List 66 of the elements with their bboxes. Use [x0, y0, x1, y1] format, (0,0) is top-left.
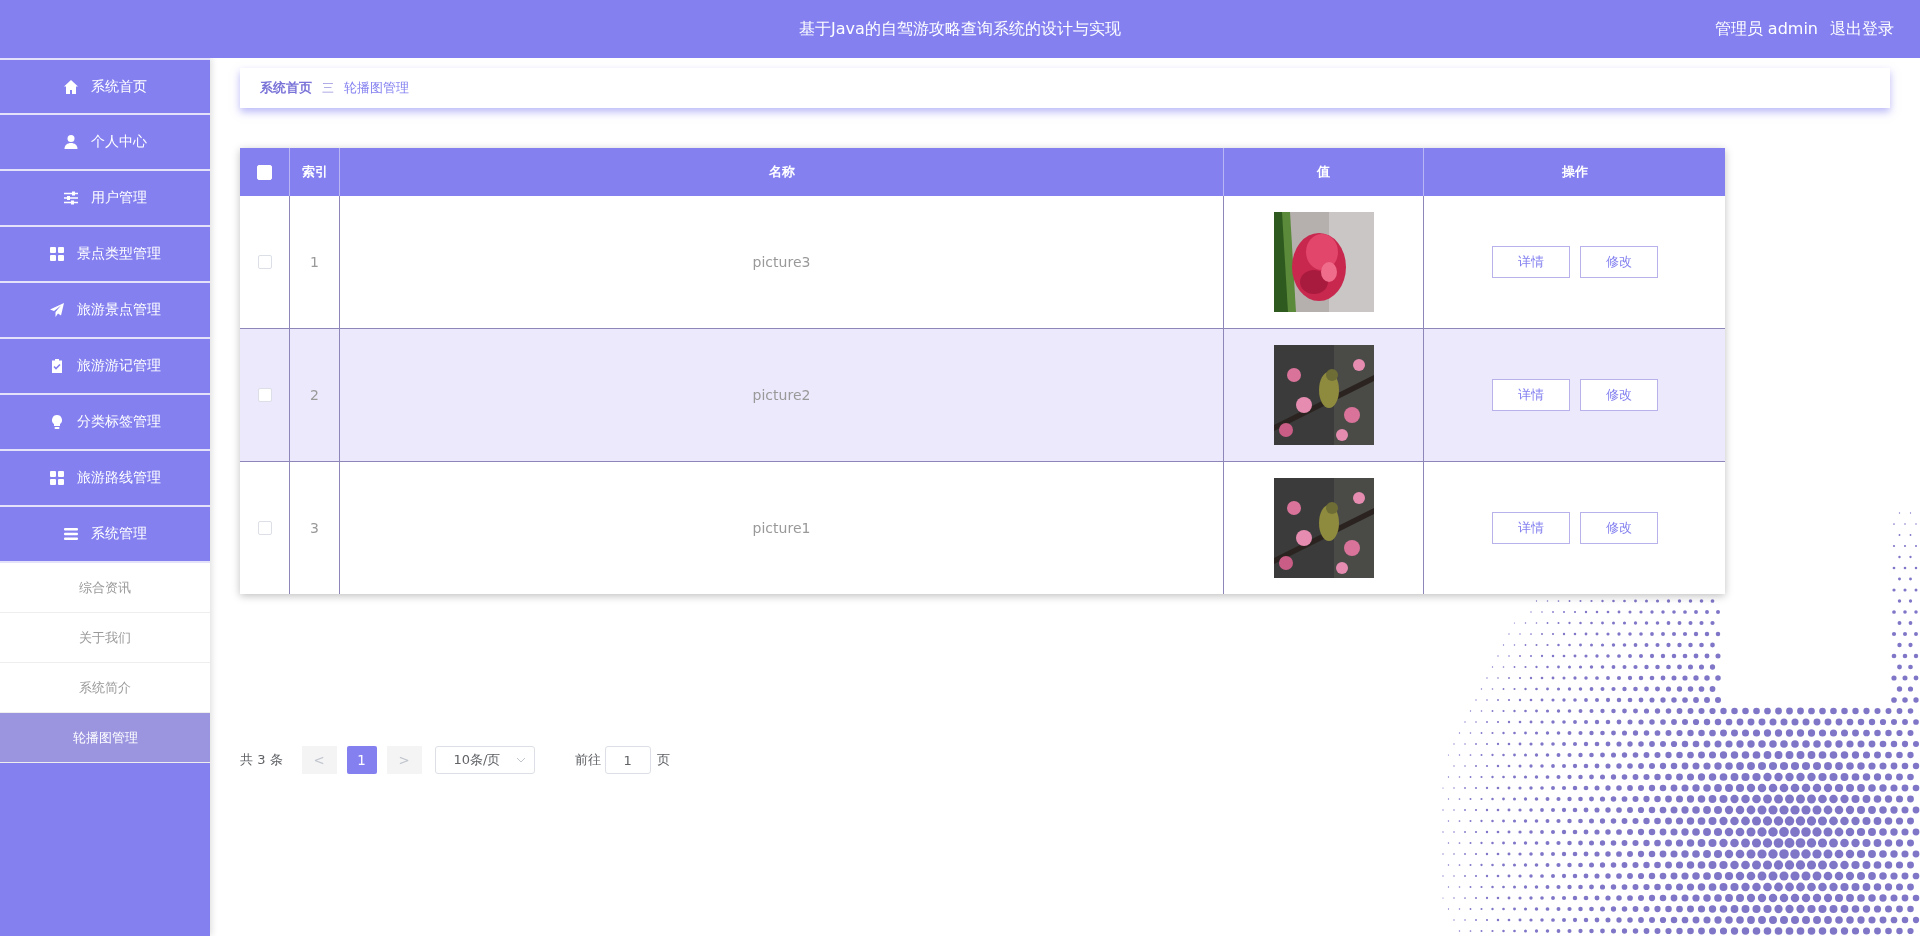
submenu-item[interactable]: 系统简介 — [0, 663, 210, 713]
table-cell: 3 — [310, 520, 319, 536]
list-icon — [63, 526, 79, 542]
details-button[interactable]: 详情 — [1491, 246, 1570, 278]
menu-label: 分类标签管理 — [77, 413, 161, 431]
breadcrumb-link[interactable]: 系统首页 — [260, 79, 312, 97]
clipboard-icon — [49, 358, 65, 374]
sliders-icon — [63, 190, 79, 206]
menu-label: 系统管理 — [91, 525, 147, 543]
menu-label: 个人中心 — [91, 133, 147, 151]
table-cell: picture2 — [752, 387, 811, 403]
select-all-checkbox[interactable] — [257, 164, 272, 180]
row-checkbox[interactable] — [257, 388, 272, 402]
submenu-item[interactable]: 综合资讯 — [0, 563, 210, 613]
table-cell: 2 — [310, 387, 319, 403]
column-header: 操作 — [1561, 163, 1588, 181]
page-number-field[interactable]: 1 — [604, 746, 651, 774]
column-header: 索引 — [301, 163, 328, 181]
row-checkbox[interactable] — [257, 255, 272, 269]
grid-icon — [49, 470, 65, 486]
edit-button[interactable]: 修改 — [1579, 379, 1658, 411]
menu-label: 系统首页 — [91, 77, 147, 96]
menu-label: 旅游游记管理 — [77, 357, 161, 375]
breadcrumb-link[interactable]: 轮播图管理 — [344, 79, 409, 97]
table-cell: picture3 — [752, 254, 811, 270]
menu-label: 旅游路线管理 — [77, 469, 161, 487]
page-size-select[interactable]: 10条/页 — [434, 746, 535, 774]
menu-item[interactable]: 景点类型管理 — [0, 227, 210, 283]
user-icon — [63, 134, 79, 150]
details-button[interactable]: 详情 — [1491, 512, 1570, 544]
menu-label: 旅游景点管理 — [77, 301, 161, 319]
chevron-down-icon — [515, 757, 526, 763]
menu-item[interactable]: 系统首页 — [0, 58, 210, 115]
table-cell: 1 — [310, 254, 319, 270]
table-cell: picture1 — [752, 520, 811, 536]
page-button[interactable]: 1 — [346, 746, 377, 774]
light-bulb-icon — [49, 414, 65, 430]
menu-label: 景点类型管理 — [77, 245, 161, 263]
total-count: 共 3 条 — [240, 751, 283, 769]
column-header: 值 — [1317, 163, 1330, 181]
submenu-item[interactable]: 轮播图管理 — [0, 713, 210, 763]
separator-icon: 三 — [322, 79, 334, 97]
goto-label: 前往 — [574, 751, 601, 769]
menu-item[interactable]: 旅游路线管理 — [0, 451, 210, 507]
details-button[interactable]: 详情 — [1491, 379, 1570, 411]
edit-button[interactable]: 修改 — [1579, 246, 1658, 278]
grid-icon — [49, 246, 65, 262]
user-label: 管理员 admin — [1714, 18, 1818, 40]
row-checkbox[interactable] — [257, 521, 272, 535]
page-suffix-label: 页 — [656, 751, 670, 769]
menu-item[interactable]: 用户管理 — [0, 171, 210, 227]
menu-item[interactable]: 个人中心 — [0, 115, 210, 171]
column-header: 名称 — [768, 163, 795, 181]
menu-item[interactable]: 分类标签管理 — [0, 395, 210, 451]
edit-button[interactable]: 修改 — [1579, 512, 1658, 544]
table-row[interactable]: 2 picture2 详情 修改 — [240, 329, 1725, 462]
menu-item[interactable]: 旅游景点管理 — [0, 283, 210, 339]
logout-link[interactable]: 退出登录 — [1830, 18, 1894, 40]
paper-plane-icon — [49, 302, 65, 318]
home-icon — [63, 78, 79, 95]
table-row[interactable]: 1 picture3 详情 修改 — [240, 196, 1725, 329]
site-title: 基于Java的自驾游攻略查询系统的设计与实现 — [799, 18, 1121, 40]
submenu-item[interactable]: 关于我们 — [0, 613, 210, 663]
menu-item[interactable]: 旅游游记管理 — [0, 339, 210, 395]
table-row[interactable]: 3 picture1 详情 修改 — [240, 462, 1725, 594]
menu-label: 用户管理 — [91, 189, 147, 207]
